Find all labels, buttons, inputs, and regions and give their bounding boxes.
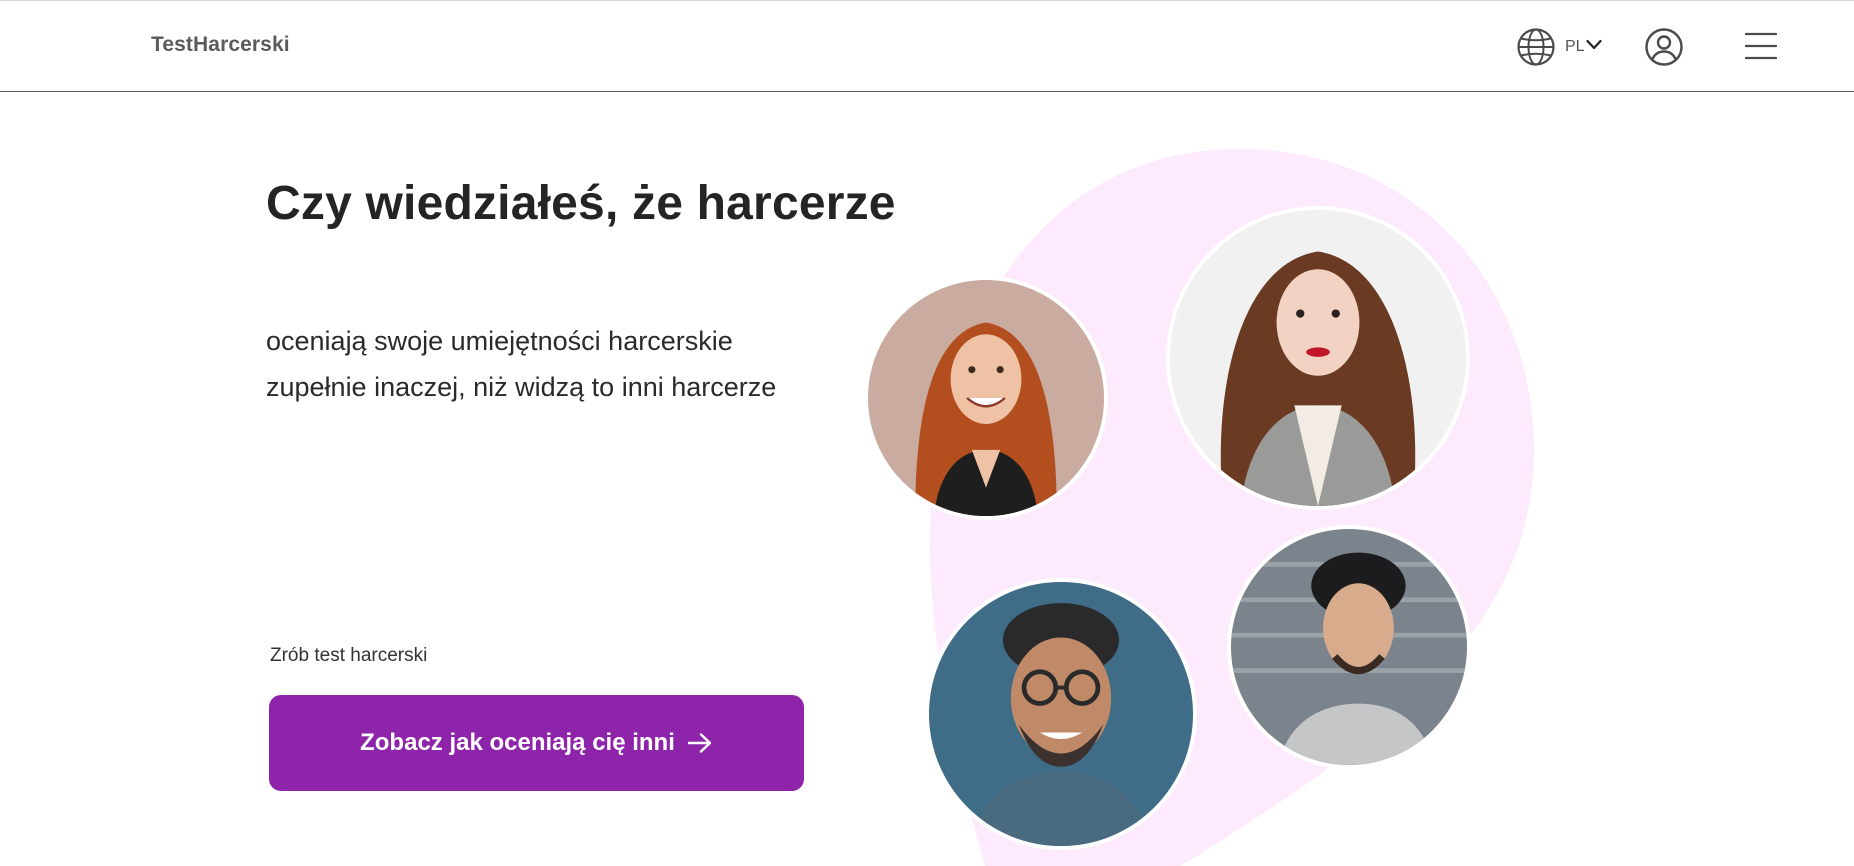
page: TestHarcerski PL Czy wiedziałeś, że harc…	[0, 0, 1854, 866]
arrow-right-icon	[687, 733, 712, 753]
hamburger-menu-icon	[1745, 32, 1777, 60]
hero-subtext-line-2: zupełnie inaczej, niż widzą to inni harc…	[266, 372, 777, 402]
start-test-button[interactable]: Zobacz jak oceniają cię inni	[269, 695, 804, 791]
hero-subtext-line-1: oceniają swoje umiejętności harcerskie	[266, 326, 733, 356]
hero-headline: Czy wiedziałeś, że harcerze	[266, 177, 896, 230]
chevron-down-icon	[1585, 39, 1602, 50]
portrait-man-with-glasses	[925, 578, 1197, 850]
start-test-button-label: Zobacz jak oceniają cię inni	[360, 729, 675, 756]
menu-button[interactable]	[1745, 30, 1777, 62]
portrait-curly-haired-woman	[1166, 206, 1470, 510]
site-logo[interactable]: TestHarcerski	[151, 33, 290, 57]
user-circle-icon	[1645, 28, 1683, 66]
portrait-young-man	[1227, 525, 1471, 769]
portrait-red-haired-woman	[864, 276, 1108, 520]
cta-label: Zrób test harcerski	[270, 645, 428, 666]
account-button[interactable]	[1644, 27, 1684, 67]
top-nav: TestHarcerski PL	[0, 0, 1854, 92]
globe-icon	[1517, 28, 1555, 66]
language-code: PL	[1565, 38, 1585, 55]
language-selector[interactable]: PL	[1516, 27, 1602, 67]
hero-subtext: oceniają swoje umiejętności harcerskie z…	[266, 318, 886, 410]
